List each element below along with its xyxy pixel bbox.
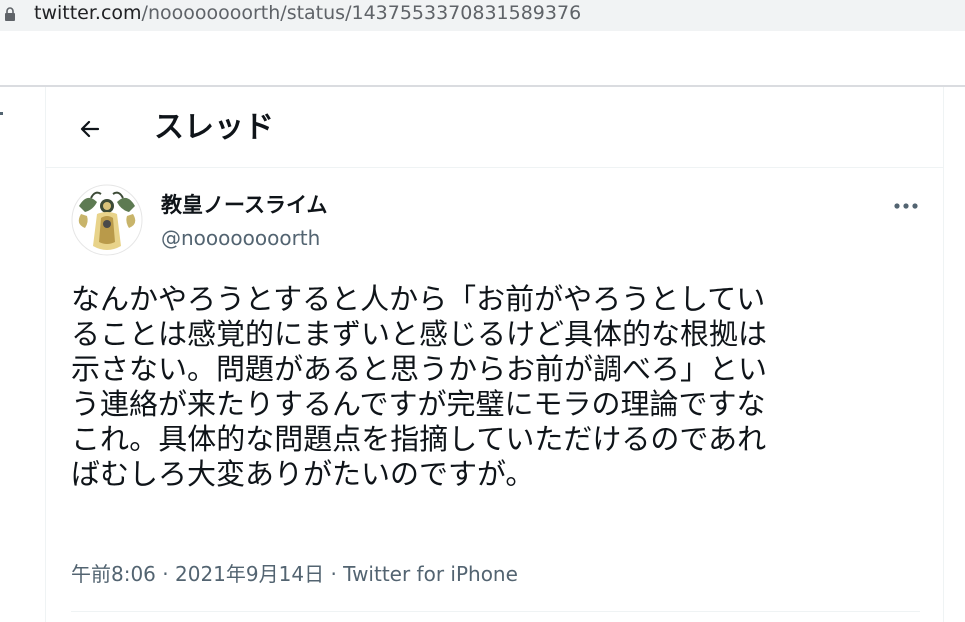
meta-separator: · [162, 562, 169, 586]
author-name[interactable]: 教皇ノースライム [161, 190, 328, 220]
more-horizontal-icon [894, 203, 918, 209]
tweet-text-line: これ。具体的な問題点を指摘していただけるのであれ [71, 422, 767, 456]
page-title: スレッド [154, 110, 274, 145]
url-host: twitter.com [34, 2, 142, 24]
avatar[interactable] [71, 184, 143, 256]
tweet-text: なんかやろうとすると人から「お前がやろうとしてい ることは感覚的にまずいと感じる… [71, 282, 911, 492]
tweet-date[interactable]: 2021年9月14日 [175, 562, 324, 586]
divider [71, 611, 920, 612]
page-left-edge-mark [0, 112, 3, 115]
tweet-text-line: ばむしろ大変ありがたいのですが。 [71, 457, 535, 491]
tweet-text-line: なんかやろうとすると人から「お前がやろうとしてい [71, 282, 766, 316]
tweet-source[interactable]: Twitter for iPhone [343, 562, 518, 586]
tweet-time[interactable]: 午前8:06 [71, 562, 156, 586]
back-button[interactable] [72, 111, 108, 147]
tweet-meta: 午前8:06 · 2021年9月14日 · Twitter for iPhone [71, 560, 518, 588]
arrow-left-icon [80, 120, 100, 138]
more-button[interactable] [889, 191, 923, 221]
author-handle[interactable]: @noooooooorth [161, 224, 320, 252]
thread-header: スレッド [46, 87, 943, 168]
browser-url-bar[interactable]: twitter.com/noooooooorth/status/14375533… [0, 0, 965, 31]
url-text[interactable]: twitter.com/noooooooorth/status/14375533… [34, 1, 581, 25]
browser-toolbar-area [0, 31, 965, 87]
url-path: /noooooooorth/status/1437553370831589376 [141, 2, 582, 24]
tweet-text-line: 示さない。問題があると思うからお前が調べろ」とい [71, 352, 768, 386]
meta-separator: · [330, 562, 337, 586]
primary-column: スレッド 教皇ノースライム @noooooooorth なんかやろうとすると人か… [45, 87, 944, 622]
tweet-text-line: う連絡が来たりするんですが完璧にモラの理論ですな [71, 387, 766, 421]
tweet-text-line: ることは感覚的にまずいと感じるけど具体的な根拠は [71, 317, 768, 351]
lock-icon [5, 7, 15, 21]
